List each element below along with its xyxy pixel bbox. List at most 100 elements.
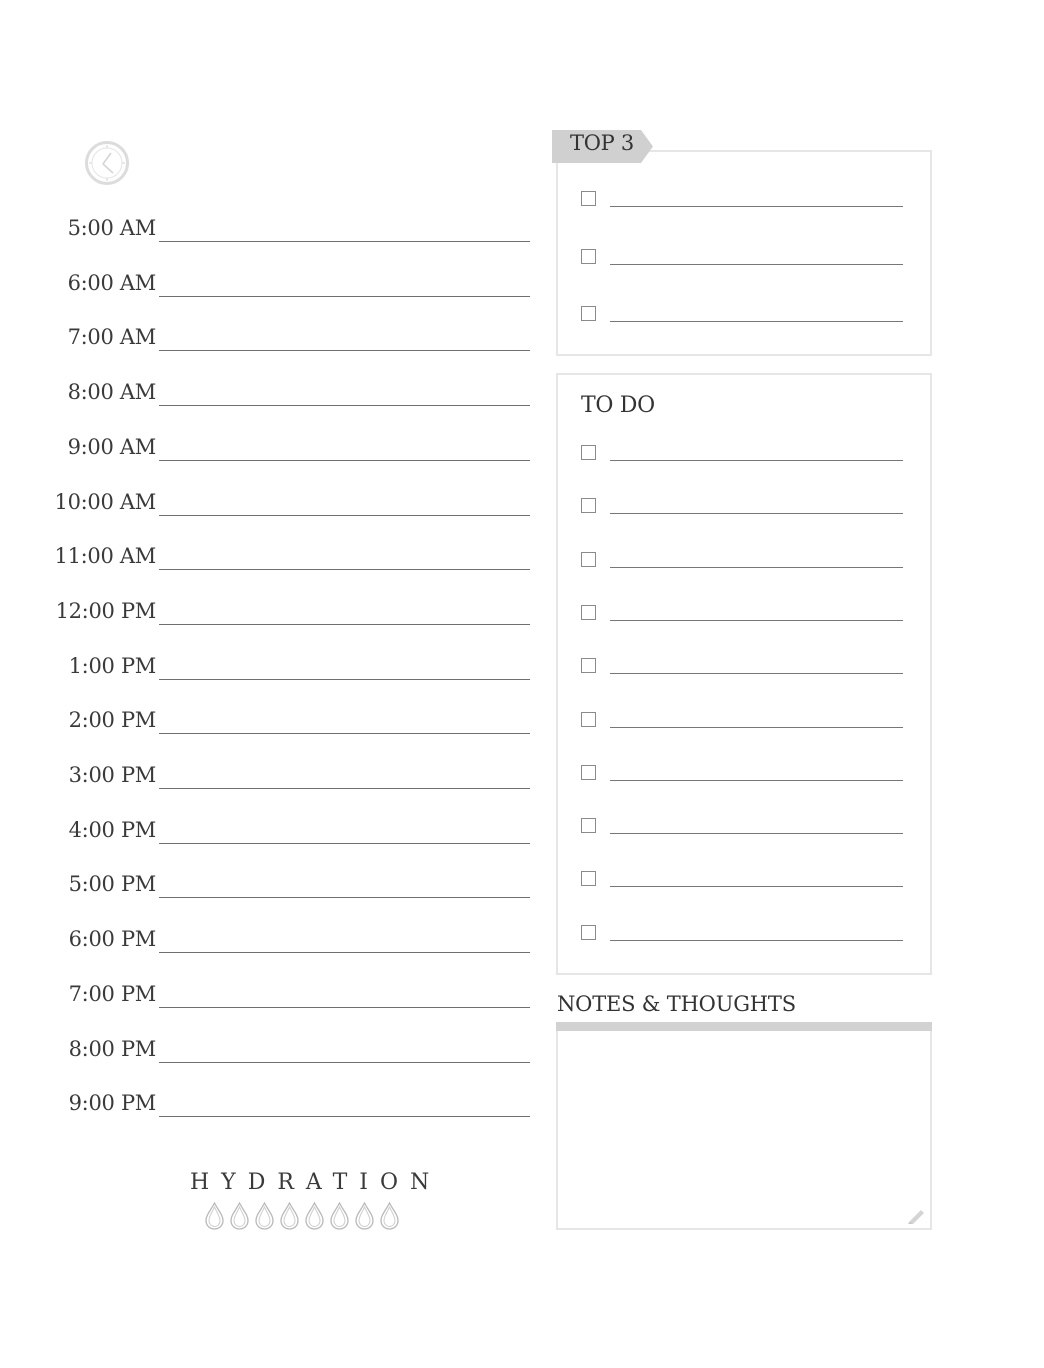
time-row: 6:00 AM bbox=[0, 265, 540, 305]
time-label: 3:00 PM bbox=[68, 763, 157, 787]
todo-entry-line[interactable] bbox=[610, 673, 903, 675]
todo-item bbox=[581, 924, 903, 945]
todo-item bbox=[581, 498, 903, 518]
time-entry-line[interactable] bbox=[159, 1116, 530, 1118]
time-entry-line[interactable] bbox=[159, 1061, 530, 1063]
time-entry-line[interactable] bbox=[159, 295, 530, 297]
water-drop-icon[interactable] bbox=[304, 1202, 325, 1230]
checkbox[interactable] bbox=[581, 871, 596, 887]
time-entry-line[interactable] bbox=[159, 459, 530, 461]
todo-entry-line[interactable] bbox=[610, 513, 903, 515]
time-row: 8:00 PM bbox=[0, 1031, 540, 1071]
top3-item bbox=[581, 191, 903, 211]
hydration-tracker bbox=[204, 1202, 400, 1230]
time-row: 4:00 PM bbox=[0, 812, 540, 852]
time-row: 1:00 PM bbox=[0, 648, 540, 688]
time-entry-line[interactable] bbox=[159, 733, 530, 735]
todo-entry-line[interactable] bbox=[610, 566, 903, 568]
time-entry-line[interactable] bbox=[159, 897, 530, 899]
todo-entry-line[interactable] bbox=[610, 939, 903, 941]
time-row: 7:00 AM bbox=[0, 319, 540, 359]
time-entry-line[interactable] bbox=[159, 1006, 530, 1008]
todo-item bbox=[581, 764, 903, 785]
todo-title: TO DO bbox=[581, 393, 655, 418]
time-row: 5:00 PM bbox=[0, 866, 540, 906]
time-label: 8:00 AM bbox=[67, 380, 157, 405]
time-label: 12:00 PM bbox=[55, 598, 157, 623]
time-row: 5:00 AM bbox=[0, 210, 540, 250]
top3-item bbox=[581, 306, 903, 326]
notes-header-bar bbox=[556, 1022, 932, 1031]
time-entry-line[interactable] bbox=[159, 350, 530, 352]
time-label: 9:00 PM bbox=[68, 1091, 157, 1116]
time-row: 9:00 PM bbox=[0, 1085, 540, 1125]
time-entry-line[interactable] bbox=[159, 678, 530, 680]
time-entry-line[interactable] bbox=[159, 842, 530, 844]
time-label: 7:00 AM bbox=[67, 325, 157, 350]
top3-title: TOP 3 bbox=[570, 131, 634, 155]
pencil-icon bbox=[908, 1210, 924, 1224]
checkbox[interactable] bbox=[581, 658, 596, 674]
time-label: 8:00 PM bbox=[68, 1036, 157, 1061]
time-entry-line[interactable] bbox=[159, 952, 530, 954]
time-label: 2:00 PM bbox=[68, 708, 157, 733]
checkbox[interactable] bbox=[581, 604, 596, 620]
time-entry-line[interactable] bbox=[159, 623, 530, 625]
time-row: 8:00 AM bbox=[0, 374, 540, 414]
top3-entry-line[interactable] bbox=[610, 321, 903, 323]
time-label: 10:00 AM bbox=[54, 489, 157, 514]
time-entry-line[interactable] bbox=[159, 788, 530, 789]
checkbox[interactable] bbox=[581, 924, 596, 940]
time-entry-line[interactable] bbox=[159, 241, 530, 242]
todo-entry-line[interactable] bbox=[610, 779, 903, 781]
todo-entry-line[interactable] bbox=[610, 726, 903, 728]
water-drop-icon[interactable] bbox=[379, 1202, 400, 1230]
time-row: 11:00 AM bbox=[0, 538, 540, 578]
notes-title: NOTES & THOUGHTS bbox=[557, 992, 796, 1016]
checkbox[interactable] bbox=[581, 191, 596, 206]
checkbox[interactable] bbox=[581, 711, 596, 727]
time-entry-line[interactable] bbox=[159, 514, 530, 516]
water-drop-icon[interactable] bbox=[204, 1202, 225, 1230]
water-drop-icon[interactable] bbox=[254, 1202, 275, 1230]
time-entry-line[interactable] bbox=[159, 569, 530, 571]
todo-item bbox=[581, 551, 903, 572]
water-drop-icon[interactable] bbox=[229, 1202, 250, 1230]
checkbox[interactable] bbox=[581, 248, 596, 264]
time-label: 5:00 PM bbox=[68, 872, 157, 897]
todo-item bbox=[581, 604, 903, 625]
todo-entry-line[interactable] bbox=[610, 460, 903, 461]
time-row: 6:00 PM bbox=[0, 921, 540, 961]
time-row: 7:00 PM bbox=[0, 976, 540, 1016]
top3-entry-line[interactable] bbox=[610, 206, 903, 207]
todo-item bbox=[581, 711, 903, 732]
time-entry-line[interactable] bbox=[159, 405, 530, 407]
water-drop-icon[interactable] bbox=[329, 1202, 350, 1230]
top3-entry-line[interactable] bbox=[610, 263, 903, 265]
time-row: 2:00 PM bbox=[0, 702, 540, 742]
time-label: 11:00 AM bbox=[54, 544, 157, 569]
top3-item bbox=[581, 248, 903, 269]
water-drop-icon[interactable] bbox=[354, 1202, 375, 1230]
time-label: 6:00 AM bbox=[67, 270, 157, 295]
time-label: 6:00 PM bbox=[68, 927, 157, 952]
time-label: 5:00 AM bbox=[67, 216, 157, 240]
todo-item bbox=[581, 871, 903, 891]
time-label: 7:00 PM bbox=[68, 981, 157, 1006]
checkbox[interactable] bbox=[581, 306, 596, 322]
todo-entry-line[interactable] bbox=[610, 619, 903, 621]
clock-icon bbox=[85, 141, 129, 185]
checkbox[interactable] bbox=[581, 764, 596, 780]
todo-entry-line[interactable] bbox=[610, 833, 903, 835]
checkbox[interactable] bbox=[581, 818, 596, 834]
checkbox[interactable] bbox=[581, 498, 596, 514]
notes-area[interactable] bbox=[556, 1022, 932, 1230]
hydration-label: HYDRATION bbox=[190, 1170, 442, 1195]
time-label: 9:00 AM bbox=[67, 434, 157, 459]
time-row: 10:00 AM bbox=[0, 484, 540, 524]
time-label: 1:00 PM bbox=[68, 653, 157, 678]
checkbox[interactable] bbox=[581, 445, 596, 460]
checkbox[interactable] bbox=[581, 551, 596, 567]
water-drop-icon[interactable] bbox=[279, 1202, 300, 1230]
todo-entry-line[interactable] bbox=[610, 886, 903, 888]
